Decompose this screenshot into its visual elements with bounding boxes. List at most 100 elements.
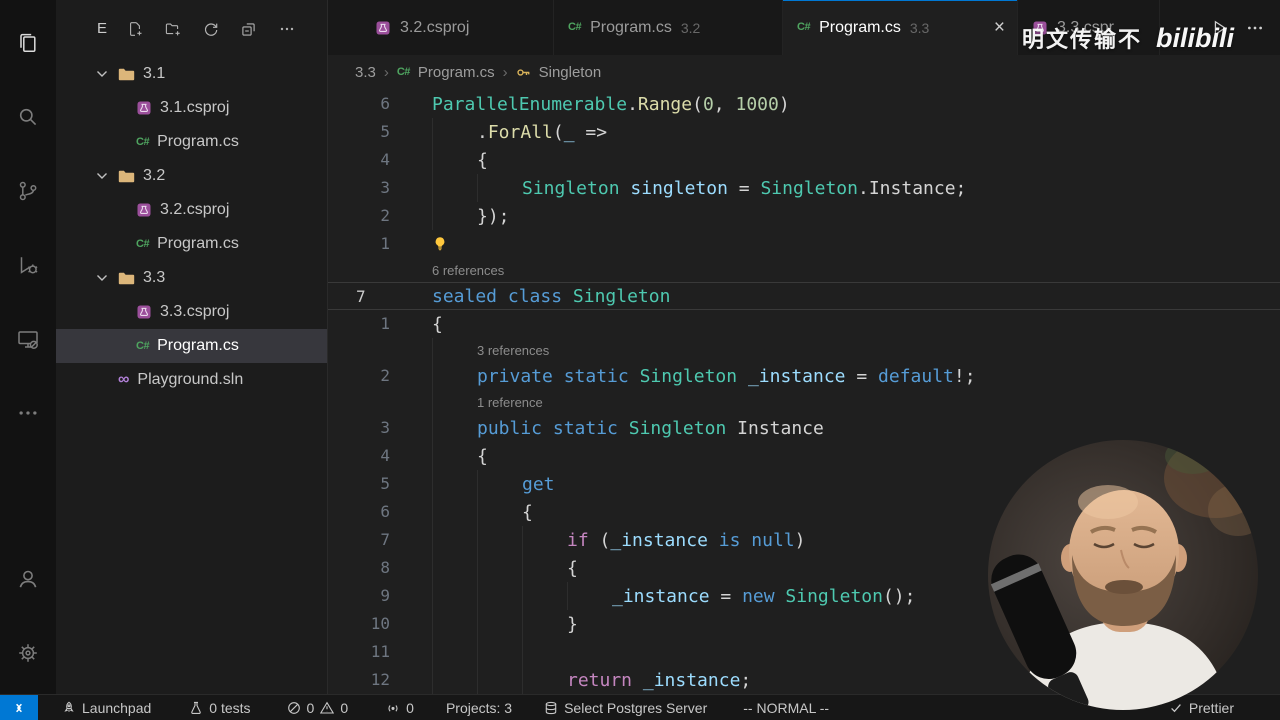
indent-guide (432, 174, 477, 202)
code-line[interactable]: 3 Singleton singleton = Singleton. Instanc… (328, 174, 1280, 202)
breadcrumb-project[interactable]: 3.3 (355, 64, 376, 81)
vscode-window: E 3.1 3.1.csproj C# Program.cs 3.2 3.2.c… (0, 0, 1280, 720)
tree-file-3-2-csproj[interactable]: 3.2.csproj (56, 193, 327, 227)
line-content: }); (432, 202, 1280, 230)
explorer-icon[interactable] (0, 6, 56, 80)
codelens-row[interactable]: 1 reference (328, 390, 1280, 414)
search-icon[interactable] (0, 80, 56, 154)
code-line[interactable]: 2 private static Singleton _instance = de… (328, 362, 1280, 390)
indent-guide (432, 338, 477, 362)
csharp-file-icon: C# (797, 21, 811, 33)
remote-explorer-icon[interactable] (0, 302, 56, 376)
indent-guide (432, 582, 477, 610)
status-prettier[interactable]: Prettier (1169, 700, 1234, 716)
status-problems[interactable]: 0 0 (287, 700, 348, 716)
status-broadcast[interactable]: 0 (386, 700, 414, 716)
codelens-references[interactable]: 3 references (477, 343, 549, 358)
indent-guide (432, 442, 477, 470)
code-line[interactable]: 2}); (328, 202, 1280, 230)
more-actions-icon[interactable] (279, 21, 295, 37)
line-content: 6 references (432, 258, 1280, 282)
tree-file-program-cs-1[interactable]: C# Program.cs (56, 125, 327, 159)
more-views-icon[interactable] (0, 376, 56, 450)
codelens-row[interactable]: 3 references (328, 338, 1280, 362)
refresh-icon[interactable] (203, 21, 219, 37)
tree-file-playground-sln[interactable]: ∞ Playground.sln (56, 363, 327, 397)
line-number: 10 (370, 614, 390, 633)
tab-label: 3.2.csproj (400, 18, 470, 36)
code-line[interactable]: 6 ParallelEnumerable. Range(0, 1000) (328, 90, 1280, 118)
tree-file-3-1-csproj[interactable]: 3.1.csproj (56, 91, 327, 125)
tree-folder-3-3[interactable]: 3.3 (56, 261, 327, 295)
close-tab-icon[interactable]: × (994, 18, 1005, 37)
run-debug-icon[interactable] (0, 228, 56, 302)
indent-guide (567, 582, 612, 610)
codelens-references[interactable]: 1 reference (477, 395, 543, 410)
indent-guide (522, 638, 567, 666)
csproj-file-icon (136, 304, 152, 320)
line-number: 5 (380, 474, 390, 493)
breadcrumb-file[interactable]: Program.cs (418, 64, 495, 81)
line-content: . ForAll(_ => (432, 118, 1280, 146)
indent-guide (477, 638, 522, 666)
lightbulb-icon[interactable] (432, 236, 448, 252)
codelens-references[interactable]: 6 references (432, 263, 504, 278)
new-folder-icon[interactable] (165, 21, 181, 37)
status-launchpad[interactable]: Launchpad (62, 700, 151, 716)
account-icon[interactable] (0, 542, 56, 616)
status-label: Prettier (1188, 699, 1234, 716)
settings-gear-icon[interactable] (0, 616, 56, 690)
class-symbol-icon (516, 65, 531, 80)
tree-file-program-cs-3-selected[interactable]: C# Program.cs (56, 329, 327, 363)
codelens-row[interactable]: 6 references (328, 258, 1280, 282)
tree-item-label: 3.1.csproj (160, 99, 230, 116)
tab-program-cs-3-3-active[interactable]: C# Program.cs 3.3 × (783, 0, 1018, 55)
indent-guide (432, 498, 477, 526)
errors-icon (287, 701, 301, 715)
tree-folder-3-1[interactable]: 3.1 (56, 57, 327, 91)
remote-indicator[interactable] (0, 695, 38, 720)
vim-mode-label: -- NORMAL -- (743, 699, 830, 716)
breadcrumb-symbol[interactable]: Singleton (539, 64, 602, 81)
source-control-icon[interactable] (0, 154, 56, 228)
tree-file-3-3-csproj[interactable]: 3.3.csproj (56, 295, 327, 329)
tree-item-label: Playground.sln (137, 371, 244, 388)
status-postgres[interactable]: Select Postgres Server (544, 700, 707, 716)
warnings-icon (320, 701, 334, 715)
indent-guide (477, 526, 522, 554)
tab-3-2-csproj[interactable]: 3.2.csproj (361, 0, 554, 55)
status-label: Projects: 3 (445, 699, 513, 716)
tab-program-cs-3-2[interactable]: C# Program.cs 3.2 (554, 0, 783, 55)
line-content: 3 references (432, 338, 1280, 362)
csharp-file-icon: C# (136, 237, 150, 250)
collapse-all-icon[interactable] (241, 21, 257, 37)
code-line[interactable]: 5 . ForAll(_ => (328, 118, 1280, 146)
tree-file-program-cs-2[interactable]: C# Program.cs (56, 227, 327, 261)
code-line[interactable]: 3 public static Singleton Instance (328, 414, 1280, 442)
csharp-file-icon: C# (396, 66, 411, 78)
code-line[interactable]: 4{ (328, 146, 1280, 174)
line-number: 3 (380, 418, 390, 437)
code-line[interactable]: 1{ (328, 310, 1280, 338)
breadcrumb-separator: › (383, 64, 389, 81)
more-editor-actions-icon[interactable] (1246, 19, 1264, 37)
folder-icon (118, 271, 135, 286)
csproj-file-icon (375, 20, 391, 36)
csharp-file-icon: C# (136, 339, 150, 352)
indent-guide (432, 390, 477, 414)
new-file-icon[interactable] (127, 21, 143, 37)
status-label: Launchpad (82, 699, 152, 716)
tree-folder-3-2[interactable]: 3.2 (56, 159, 327, 193)
code-line[interactable]: 1 (328, 230, 1280, 258)
line-number: 2 (380, 206, 390, 225)
csharp-file-icon: C# (136, 135, 150, 148)
status-projects[interactable]: Projects: 3 (446, 700, 512, 716)
status-vim-mode[interactable]: -- NORMAL -- (743, 700, 829, 716)
breadcrumb: 3.3 › C# Program.cs › Singleton (328, 55, 1280, 90)
code-line[interactable]: 7 sealed class Singleton (328, 282, 1280, 310)
tab-label: Program.cs (590, 18, 672, 36)
tree-item-label: 3.3.csproj (160, 303, 230, 320)
indent-guide (432, 610, 477, 638)
indent-guide (477, 554, 522, 582)
status-tests[interactable]: 0 tests (189, 700, 251, 716)
